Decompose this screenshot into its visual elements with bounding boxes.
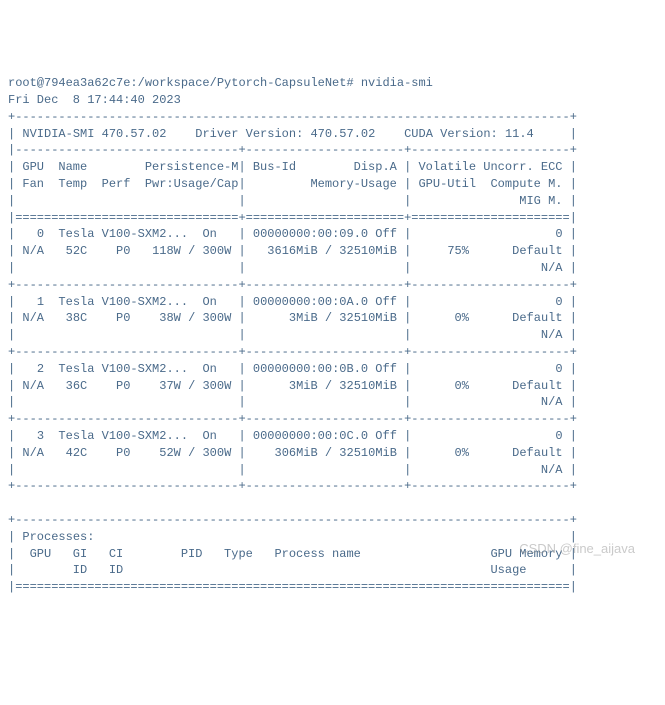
gpu-3-row: | 3 Tesla V100-SXM2... On | 00000000:00:… [8, 429, 577, 477]
gpu-1-row: | 1 Tesla V100-SXM2... On | 00000000:00:… [8, 295, 577, 343]
col-header-3: | | | MIG M. | [8, 194, 577, 208]
header-line: | NVIDIA-SMI 470.57.02 Driver Version: 4… [8, 127, 577, 141]
gpu-2-row: | 2 Tesla V100-SXM2... On | 00000000:00:… [8, 362, 577, 410]
border-top: +---------------------------------------… [8, 110, 577, 124]
sep: +-------------------------------+-------… [8, 412, 577, 426]
sep: +-------------------------------+-------… [8, 479, 577, 493]
proc-title: | Processes: | [8, 530, 577, 544]
proc-top: +---------------------------------------… [8, 513, 577, 527]
proc-header-1: | GPU GI CI PID Type Process name GPU Me… [8, 547, 577, 561]
prompt-line: root@794ea3a62c7e:/workspace/Pytorch-Cap… [8, 76, 433, 90]
proc-header-2: | ID ID Usage | [8, 563, 577, 577]
sep: |-------------------------------+-------… [8, 143, 577, 157]
col-header-1: | GPU Name Persistence-M| Bus-Id Disp.A … [8, 160, 577, 174]
watermark: CSDN @fine_aijava [519, 540, 635, 558]
gpu-0-row: | 0 Tesla V100-SXM2... On | 00000000:00:… [8, 227, 577, 275]
proc-sep: |=======================================… [8, 580, 577, 594]
col-header-2: | Fan Temp Perf Pwr:Usage/Cap| Memory-Us… [8, 177, 577, 191]
sep: +-------------------------------+-------… [8, 345, 577, 359]
timestamp-line: Fri Dec 8 17:44:40 2023 [8, 93, 181, 107]
sep: |===============================+=======… [8, 211, 577, 225]
sep: +-------------------------------+-------… [8, 278, 577, 292]
